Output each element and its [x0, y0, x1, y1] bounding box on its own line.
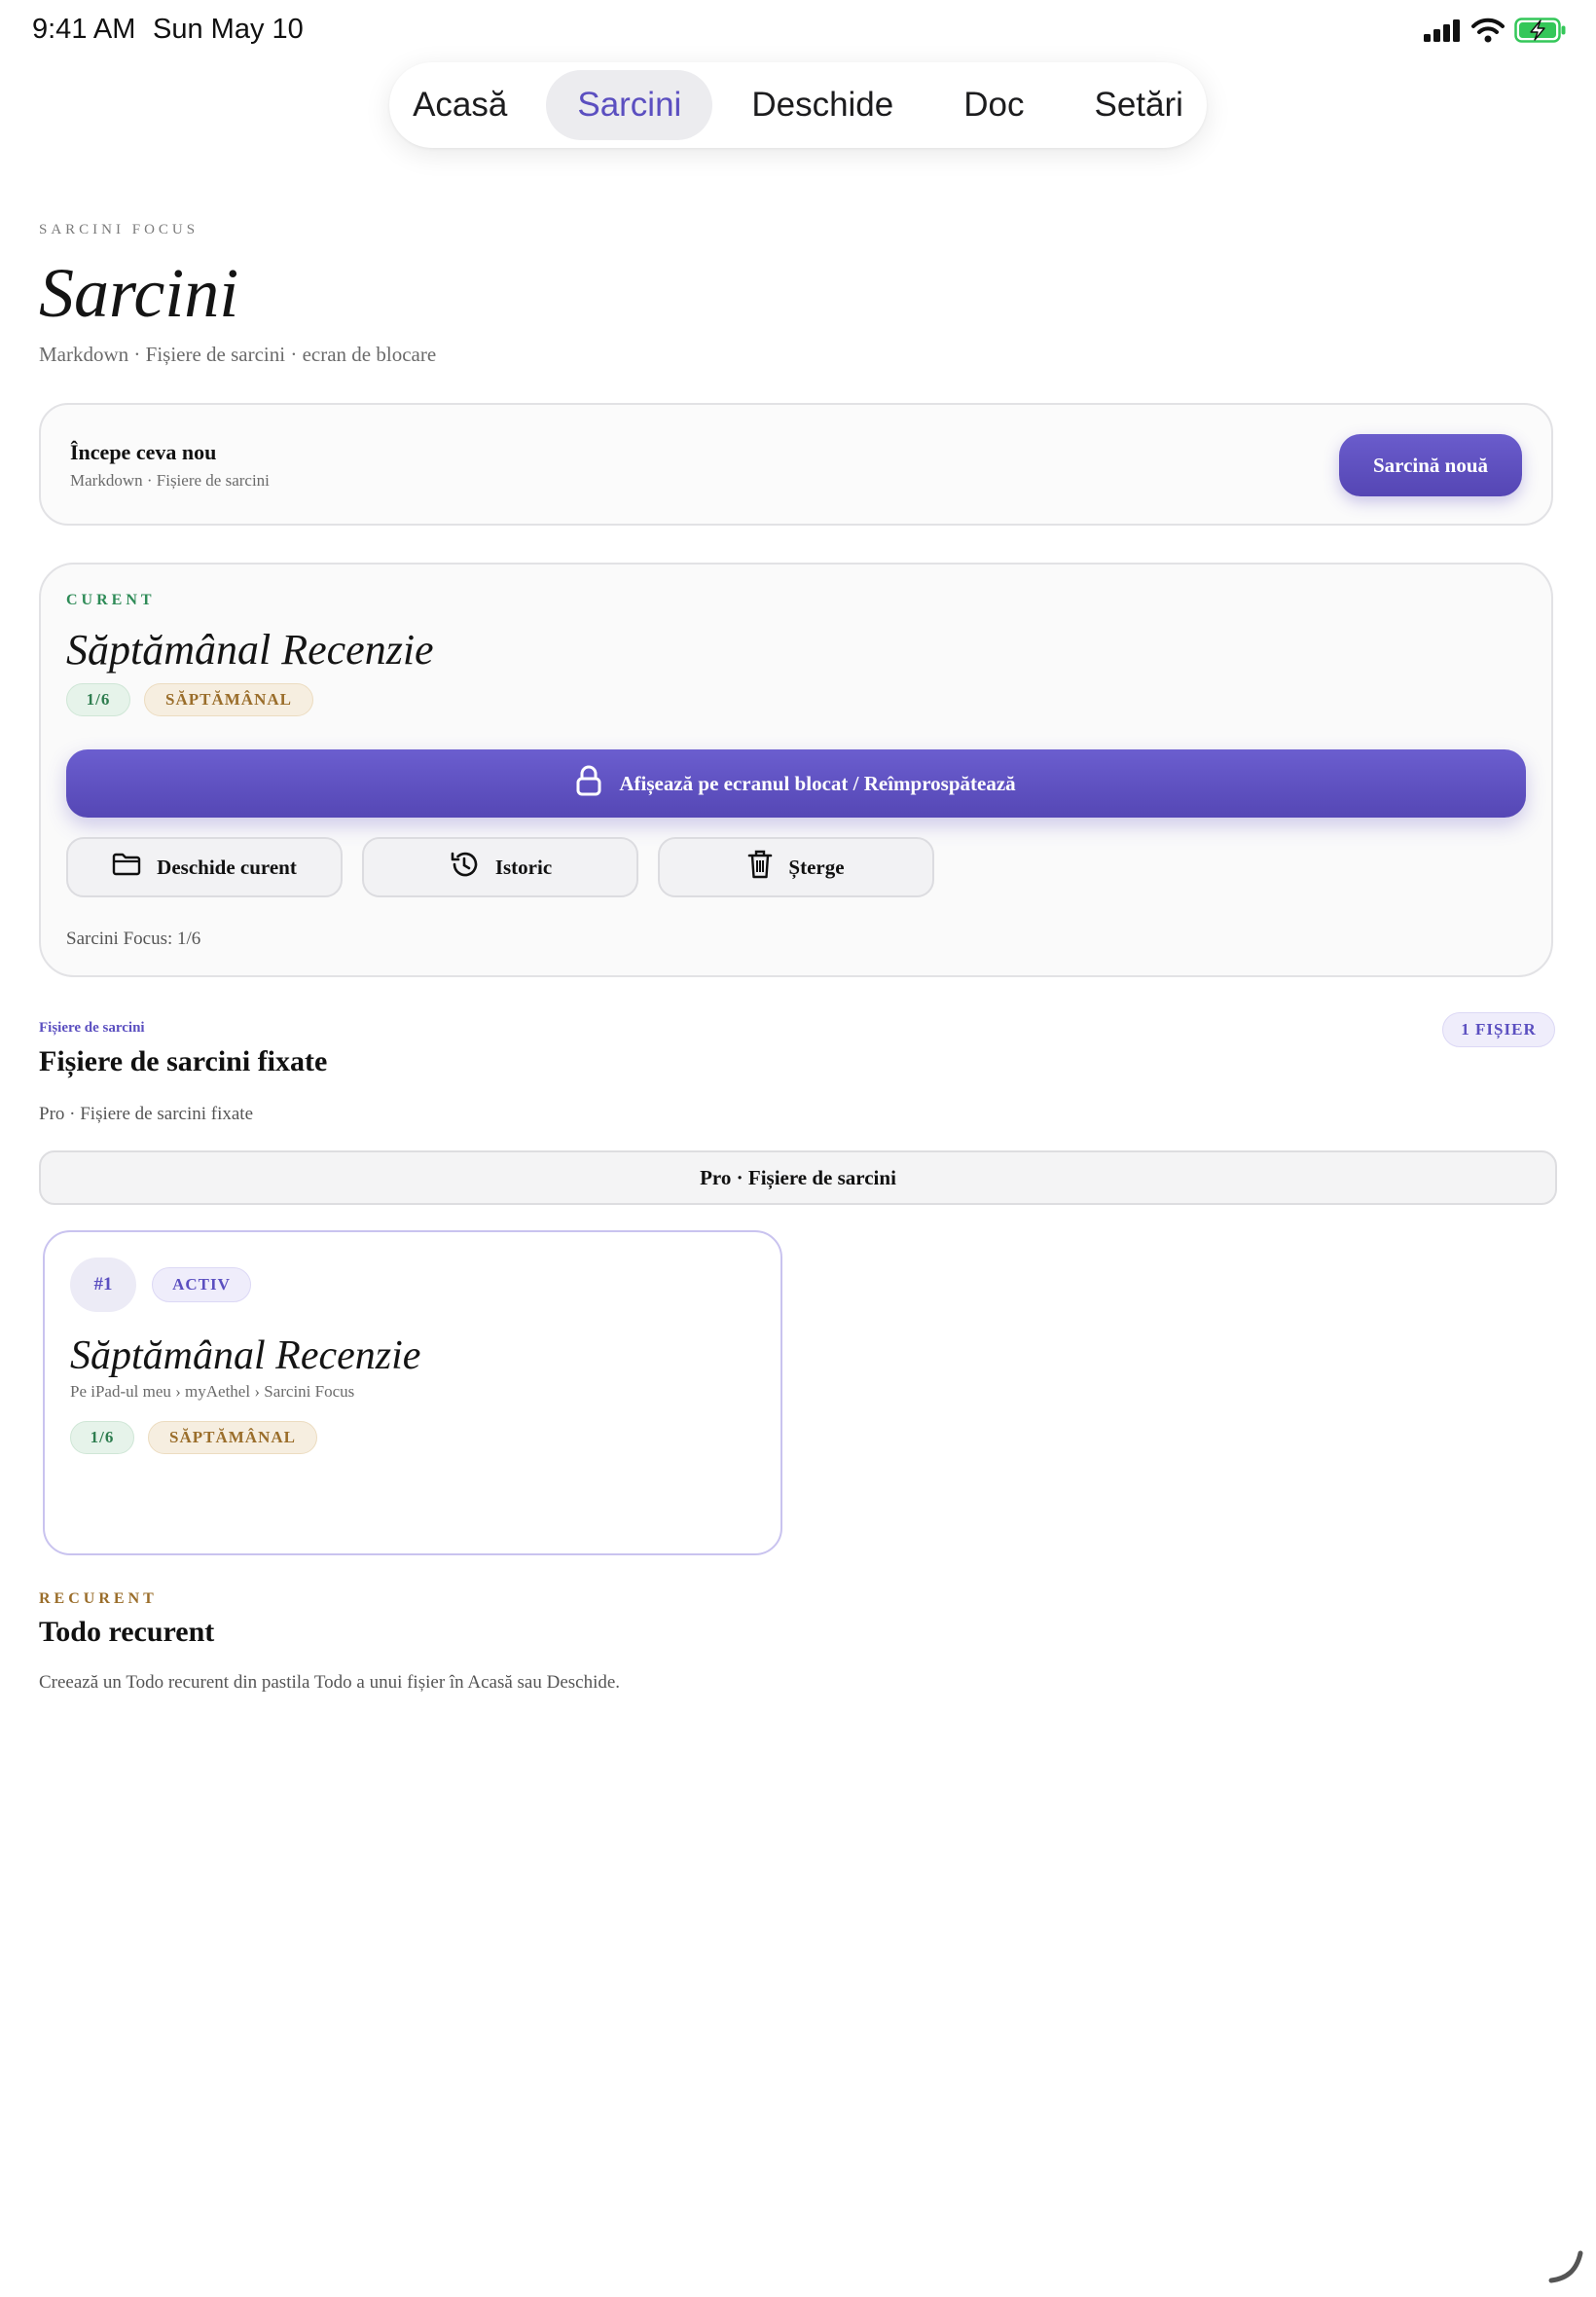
recurrent-text: Creează un Todo recurent din pastila Tod… — [39, 1672, 621, 1693]
page-subtitle: Markdown · Fișiere de sarcini · ecran de… — [39, 343, 437, 366]
battery-charging-icon — [1514, 18, 1567, 48]
file-title: Săptămânal Recenzie — [70, 1333, 421, 1378]
recurrent-title: Todo recurent — [39, 1616, 215, 1648]
status-date: Sun May 10 — [153, 14, 304, 45]
delete-label: Șterge — [788, 855, 845, 879]
tab-doc[interactable]: Doc — [932, 70, 1055, 140]
tab-deschide[interactable]: Deschide — [720, 70, 925, 140]
pinned-title: Fișiere de sarcini fixate — [39, 1045, 328, 1077]
pro-banner[interactable]: Pro · Fișiere de sarcini — [39, 1150, 1557, 1205]
history-label: Istoric — [494, 855, 553, 879]
resize-corner-icon — [1545, 2245, 1584, 2289]
pinned-file-card[interactable]: #1 ACTIV Săptămânal Recenzie Pe iPad-ul … — [43, 1230, 782, 1555]
wifi-icon — [1471, 18, 1505, 48]
start-new-title: Începe ceva nou — [70, 440, 217, 464]
delete-button[interactable]: Șterge — [658, 837, 934, 897]
recurrent-eyebrow: RECURENT — [39, 1590, 158, 1607]
frequency-chip: SĂPTĂMÂNAL — [144, 683, 313, 716]
current-eyebrow: CURENT — [66, 592, 156, 608]
pinned-eyebrow: Fișiere de sarcini — [39, 1020, 145, 1036]
file-count-badge: 1 FIȘIER — [1442, 1012, 1555, 1047]
history-icon — [449, 849, 480, 886]
page-title: Sarcini — [39, 254, 239, 332]
file-number-badge: #1 — [70, 1258, 136, 1312]
progress-chip: 1/6 — [66, 683, 130, 716]
page-eyebrow: SARCINI FOCUS — [39, 222, 200, 237]
start-new-subtitle: Markdown · Fișiere de sarcini — [70, 471, 270, 490]
trash-icon — [747, 849, 773, 886]
cellular-signal-icon — [1423, 18, 1462, 47]
history-button[interactable]: Istoric — [362, 837, 638, 897]
current-task-card: CURENT Săptămânal Recenzie 1/6 SĂPTĂMÂNA… — [39, 563, 1553, 977]
lock-icon — [576, 765, 601, 802]
start-new-card: Începe ceva nou Markdown · Fișiere de sa… — [39, 403, 1553, 526]
current-task-title: Săptămânal Recenzie — [66, 626, 434, 674]
status-time: 9:41 AM — [32, 14, 136, 45]
folder-icon — [112, 853, 141, 882]
tab-setari[interactable]: Setări — [1064, 70, 1215, 140]
file-progress-chip: 1/6 — [70, 1421, 134, 1454]
file-status-badge: ACTIV — [152, 1267, 251, 1302]
new-task-button[interactable]: Sarcină nouă — [1339, 434, 1522, 496]
show-on-lock-screen-label: Afișează pe ecranul blocat / Reîmprospăt… — [619, 771, 1016, 795]
pinned-subtitle: Pro · Fișiere de sarcini fixate — [39, 1104, 254, 1124]
tab-bar: Acasă Sarcini Deschide Doc Setări — [389, 62, 1207, 148]
tab-sarcini[interactable]: Sarcini — [546, 70, 713, 140]
status-icons — [1423, 18, 1567, 48]
status-bar: 9:41 AM Sun May 10 — [0, 0, 1596, 62]
open-current-label: Deschide curent — [157, 855, 297, 879]
file-path: Pe iPad-ul meu › myAethel › Sarcini Focu… — [70, 1382, 355, 1401]
open-current-button[interactable]: Deschide curent — [66, 837, 343, 897]
file-frequency-chip: SĂPTĂMÂNAL — [148, 1421, 317, 1454]
current-footer: Sarcini Focus: 1/6 — [66, 929, 201, 949]
tab-acasa[interactable]: Acasă — [381, 70, 538, 140]
show-on-lock-screen-button[interactable]: Afișează pe ecranul blocat / Reîmprospăt… — [66, 749, 1526, 818]
